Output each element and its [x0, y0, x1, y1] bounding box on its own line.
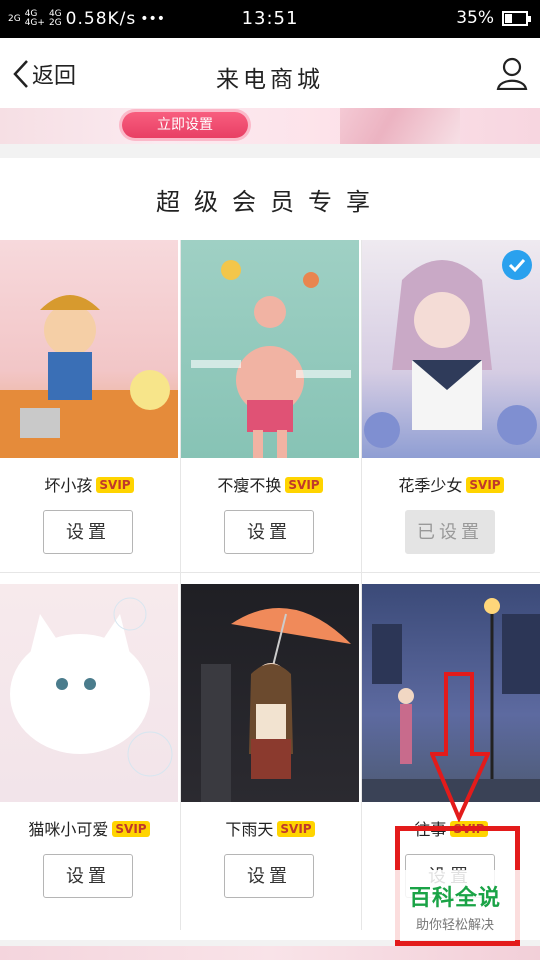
user-profile-icon[interactable]	[496, 56, 528, 94]
next-banner[interactable]	[0, 946, 540, 960]
ringtone-card[interactable]: 猫咪小可爱 SVIP 设置	[0, 584, 178, 898]
card-title: 下雨天 SVIP	[181, 816, 359, 840]
svip-badge: SVIP	[466, 477, 504, 493]
card-name: 坏小孩	[44, 476, 93, 495]
status-bar: 2G 4G 4G+ 4G 2G 0.58K/s ••• 13:51 35%	[0, 0, 540, 38]
page-title: 来电商城	[216, 67, 324, 93]
card-title: 坏小孩 SVIP	[0, 472, 178, 496]
card-image[interactable]	[0, 584, 178, 802]
already-set-button[interactable]: 已设置	[405, 510, 495, 554]
card-name: 花季少女	[398, 476, 463, 495]
card-title: 花季少女 SVIP	[362, 472, 540, 496]
set-button[interactable]: 设置	[43, 510, 133, 554]
watermark: 百科全说 助你轻松解决	[380, 870, 530, 940]
section-divider	[0, 144, 540, 158]
ringtone-card[interactable]: 坏小孩 SVIP 设置	[0, 240, 178, 554]
battery-fill	[505, 13, 512, 23]
set-button[interactable]: 设置	[224, 510, 314, 554]
ringtone-card[interactable]: 不瘦不换 SVIP 设置	[181, 240, 359, 554]
nav-bar: 返回 来电商城	[0, 38, 540, 108]
status-right: 35%	[456, 8, 531, 28]
card-title: 猫咪小可爱 SVIP	[0, 816, 178, 840]
battery-percent: 35%	[456, 8, 494, 28]
ringtone-card[interactable]: 下雨天 SVIP 设置	[181, 584, 359, 898]
svip-badge: SVIP	[112, 821, 150, 837]
card-name: 下雨天	[225, 820, 274, 839]
svip-badge: SVIP	[277, 821, 315, 837]
grid-divider	[0, 572, 540, 573]
card-image[interactable]	[181, 584, 359, 802]
selected-check-icon	[502, 250, 532, 280]
annotation-arrow-icon	[430, 672, 490, 822]
section-title: 超级会员专享	[156, 188, 384, 216]
svip-badge: SVIP	[96, 477, 134, 493]
battery-icon	[502, 10, 531, 26]
card-image[interactable]	[0, 240, 178, 458]
card-image[interactable]	[181, 240, 359, 458]
card-image[interactable]	[362, 240, 540, 458]
banner-illustration	[340, 108, 460, 144]
watermark-subtitle: 助你轻松解决	[415, 918, 494, 933]
set-button[interactable]: 设置	[224, 854, 314, 898]
promo-banner[interactable]: 立即设置	[0, 108, 540, 144]
card-name: 猫咪小可爱	[28, 820, 109, 839]
card-name: 不瘦不换	[217, 476, 282, 495]
set-now-button[interactable]: 立即设置	[122, 112, 248, 138]
svip-badge: SVIP	[285, 477, 323, 493]
ringtone-card[interactable]: 花季少女 SVIP 已设置	[362, 240, 540, 554]
card-title: 不瘦不换 SVIP	[181, 472, 359, 496]
set-button[interactable]: 设置	[43, 854, 133, 898]
watermark-title: 百科全说	[408, 886, 501, 911]
